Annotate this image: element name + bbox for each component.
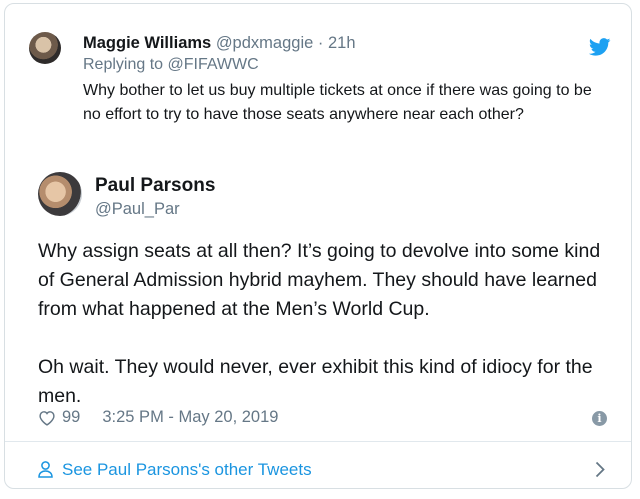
author-handle[interactable]: @Paul_Par — [95, 200, 180, 219]
tweet-paragraph: Why assign seats at all then? It’s going… — [38, 240, 601, 320]
chevron-right-icon[interactable] — [595, 461, 605, 478]
tweet-card: Maggie Williams @pdxmaggie · 21h Replyin… — [4, 3, 632, 489]
replying-to-line: Replying to @FIFAWWC — [83, 54, 613, 76]
see-other-tweets-link[interactable]: See Paul Parsons's other Tweets — [5, 442, 631, 490]
replied-author-handle[interactable]: @pdxmaggie — [216, 34, 313, 52]
replied-tweet-body: Maggie Williams @pdxmaggie · 21h Replyin… — [83, 32, 613, 127]
tweet-timestamp[interactable]: 3:25 PM - May 20, 2019 — [102, 408, 278, 427]
heart-icon[interactable] — [38, 410, 56, 426]
replied-author-name[interactable]: Maggie Williams — [83, 34, 211, 52]
replied-tweet-header: Maggie Williams @pdxmaggie · 21h — [83, 32, 613, 54]
see-other-tweets-label[interactable]: See Paul Parsons's other Tweets — [62, 460, 312, 480]
info-icon[interactable]: i — [592, 411, 607, 426]
like-count[interactable]: 99 — [62, 408, 80, 427]
replied-tweet-text: Why bother to let us buy multiple ticket… — [83, 82, 592, 123]
replied-author-avatar[interactable] — [29, 32, 61, 64]
replied-time-separator: · — [317, 34, 324, 52]
author-avatar[interactable] — [38, 172, 82, 216]
tweet-paragraph: Oh wait. They would never, ever exhibit … — [38, 356, 593, 407]
tweet-text: Why assign seats at all then? It’s going… — [38, 237, 618, 411]
person-icon — [38, 461, 53, 478]
author-name[interactable]: Paul Parsons — [95, 175, 215, 197]
replying-to-prefix: Replying to — [83, 56, 164, 73]
replied-tweet-time[interactable]: 21h — [328, 34, 356, 52]
twitter-bird-icon[interactable] — [589, 38, 611, 56]
replying-to-handle[interactable]: @FIFAWWC — [168, 56, 259, 73]
tweet-meta: 99 3:25 PM - May 20, 2019 — [38, 408, 278, 427]
